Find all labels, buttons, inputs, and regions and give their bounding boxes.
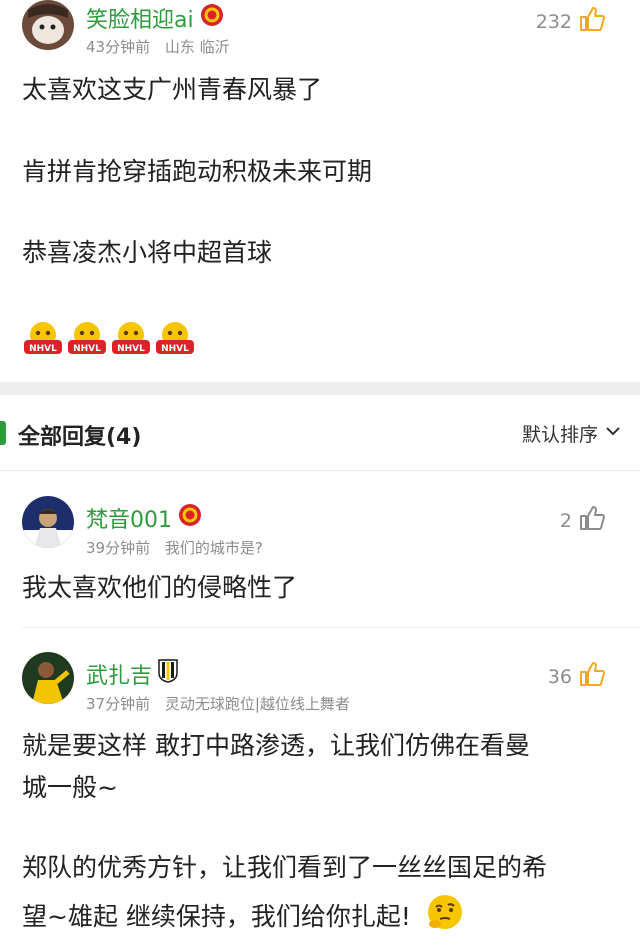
comment-meta: 37分钟前 灵动无球跑位|越位线上舞者: [86, 693, 350, 714]
like-button[interactable]: 2: [560, 504, 606, 537]
reply-item: 武扎吉 37分钟前 灵动无球跑位|越位线上舞者 36 就是要这样 敢打中路渗透，…: [0, 628, 640, 945]
emoji-row: NHVL NHVL NHVL NHVL: [22, 320, 196, 358]
sort-label: 默认排序: [521, 424, 598, 446]
thinking-emoji-icon: [425, 892, 465, 944]
emoji-nhvl-icon: NHVL: [156, 322, 194, 354]
accent-bar: [0, 421, 6, 445]
username[interactable]: 笑脸相迎ai: [86, 2, 224, 34]
like-button[interactable]: 36: [548, 660, 606, 693]
comment-line: 太喜欢这支广州青春风暴了: [22, 75, 323, 104]
reply-line: 望~雄起 继续保持，我们给你扎起!: [22, 892, 465, 944]
team-badge-icon: [178, 503, 202, 533]
comment-time: 43分钟前: [86, 38, 151, 56]
comment-tagline: 我们的城市是?: [164, 539, 263, 557]
sort-dropdown[interactable]: 默认排序: [522, 420, 622, 447]
like-button[interactable]: 232: [536, 5, 606, 38]
main-comment: 笑脸相迎ai 43分钟前 山东 临沂 232 太喜欢这支广州青春风暴了 肯拼肯抢…: [0, 0, 640, 382]
like-count: 2: [559, 509, 572, 532]
thumbs-up-icon[interactable]: [578, 504, 606, 537]
username[interactable]: 梵音001: [86, 502, 202, 534]
comment-location: 山东 临沂: [164, 38, 230, 56]
like-count: 232: [535, 10, 572, 33]
reply-line: 郑队的优秀方针，让我们看到了一丝丝国足的希: [22, 853, 548, 882]
avatar[interactable]: [22, 652, 74, 704]
thumbs-up-icon[interactable]: [578, 660, 606, 693]
team-badge-icon: [200, 3, 224, 33]
reply-line: 就是要这样 敢打中路渗透，让我们仿佛在看曼: [22, 731, 530, 760]
section-divider: [0, 382, 640, 395]
like-count: 36: [547, 665, 572, 688]
username[interactable]: 武扎吉: [86, 658, 178, 690]
comment-time: 39分钟前: [86, 539, 151, 557]
reply-line: 城一般~: [22, 773, 118, 802]
comment-tagline: 灵动无球跑位|越位线上舞者: [164, 695, 350, 713]
thumbs-up-icon[interactable]: [578, 5, 606, 38]
comment-time: 37分钟前: [86, 695, 151, 713]
comment-line: 肯拼肯抢穿插跑动积极未来可期: [22, 157, 373, 186]
emoji-nhvl-icon: NHVL: [68, 322, 106, 354]
svg-text:NHVL: NHVL: [29, 344, 57, 354]
comment-meta: 43分钟前 山东 临沂: [86, 36, 230, 57]
comment-meta: 39分钟前 我们的城市是?: [86, 537, 263, 558]
comment-line: 恭喜凌杰小将中超首球: [22, 238, 273, 267]
reply-item: 梵音001 39分钟前 我们的城市是? 2 我太喜欢他们的侵略性了: [0, 472, 640, 628]
svg-text:NHVL: NHVL: [117, 344, 145, 354]
avatar[interactable]: [22, 496, 74, 548]
chevron-down-icon: [604, 422, 622, 445]
reply-text: 我太喜欢他们的侵略性了: [22, 573, 298, 602]
avatar[interactable]: [22, 0, 74, 50]
svg-text:NHVL: NHVL: [73, 344, 101, 354]
team-badge-icon: [158, 659, 178, 689]
replies-title: 全部回复(4): [18, 425, 142, 450]
svg-text:NHVL: NHVL: [161, 344, 189, 354]
emoji-nhvl-icon: NHVL: [24, 322, 62, 354]
emoji-nhvl-icon: NHVL: [112, 322, 150, 354]
replies-header: 全部回复(4) 默认排序: [0, 395, 640, 471]
